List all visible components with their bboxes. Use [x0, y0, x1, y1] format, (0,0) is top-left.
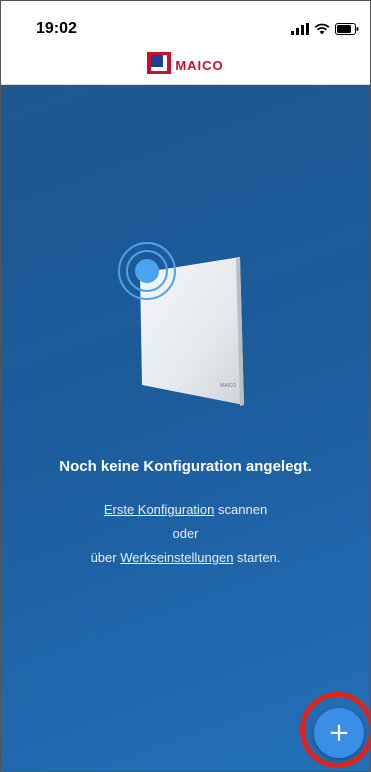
- status-bar: 19:02: [0, 0, 371, 46]
- device-illustration: MAICO: [112, 235, 252, 420]
- signal-icon: [291, 22, 309, 40]
- battery-icon: [335, 22, 359, 40]
- maico-logo: MAICO: [147, 51, 224, 79]
- empty-state-line-1: Erste Konfiguration scannen: [0, 502, 371, 517]
- phone-screen: 19:02 MAICO MAICO Noch keine Konfigurati…: [0, 0, 371, 772]
- factory-settings-link[interactable]: Werkseinstellungen: [120, 550, 233, 565]
- scan-text: scannen: [214, 502, 268, 517]
- app-header: MAICO: [0, 46, 371, 85]
- logo-text: MAICO: [175, 57, 224, 73]
- via-text: über: [90, 550, 121, 565]
- plus-icon: +: [328, 718, 350, 748]
- scan-first-config-link[interactable]: Erste Konfiguration: [104, 502, 215, 517]
- wifi-icon: [314, 22, 330, 40]
- system-icons: [291, 22, 359, 40]
- empty-state-line-2: oder: [172, 526, 199, 541]
- start-text: starten.: [233, 550, 281, 565]
- empty-state-line-3: über Werkseinstellungen starten.: [0, 550, 371, 565]
- device-label: MAICO: [220, 383, 237, 389]
- empty-state-panel: [0, 85, 371, 772]
- maico-logo-icon: [147, 51, 172, 79]
- add-configuration-button[interactable]: +: [314, 708, 364, 758]
- empty-state-title: Noch keine Konfiguration angelegt.: [59, 458, 312, 475]
- status-time: 19:02: [36, 20, 77, 37]
